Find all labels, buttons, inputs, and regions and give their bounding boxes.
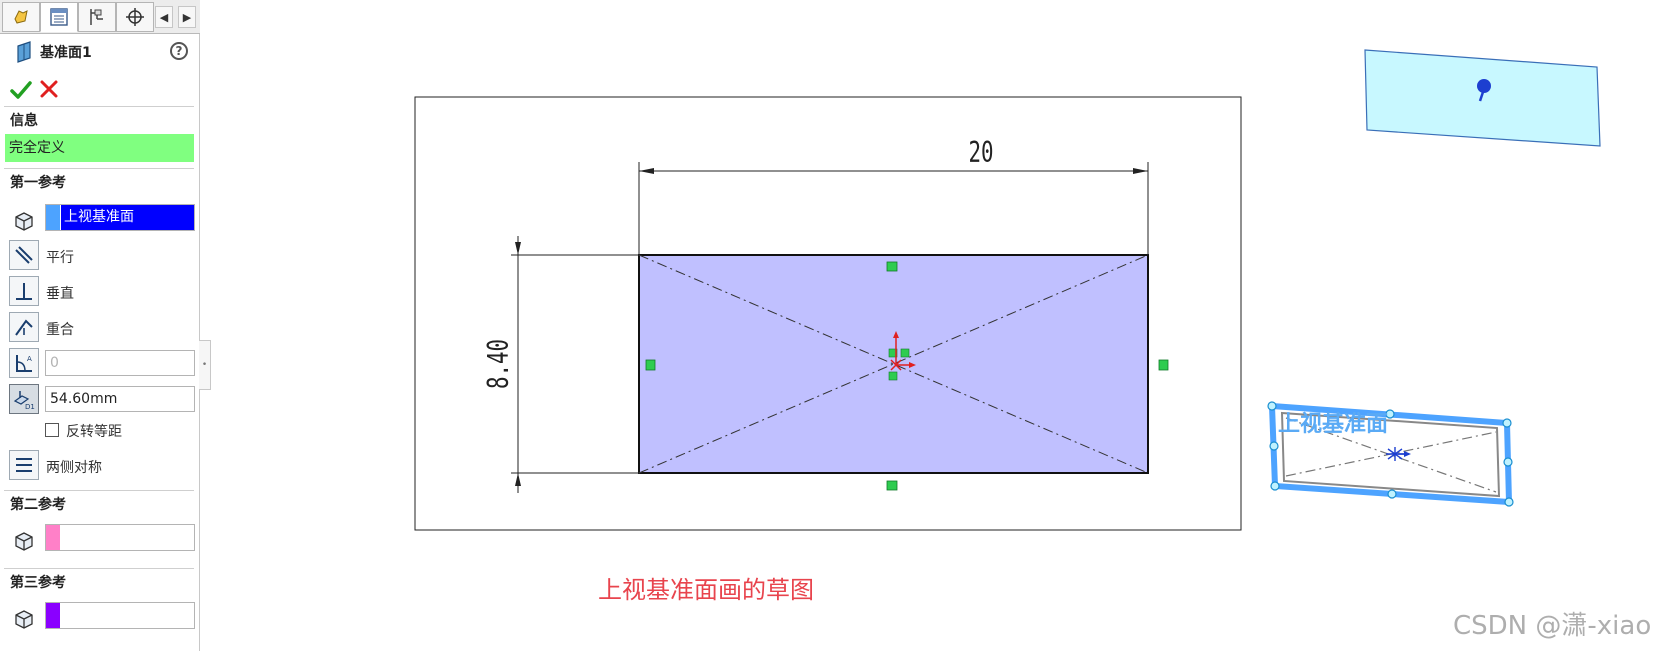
tab-feature-manager[interactable] (2, 2, 40, 32)
perpendicular-label: 垂直 (46, 286, 74, 302)
second-reference-cube-icon (9, 526, 39, 556)
manager-tabs: ◀ ▶ (0, 0, 200, 34)
parallel-label: 平行 (46, 250, 74, 266)
first-reference-cube-icon (9, 206, 39, 236)
second-reference-field[interactable] (45, 524, 195, 551)
horizontal-dimension-value[interactable]: 20 (968, 136, 993, 169)
svg-text:D1: D1 (25, 403, 35, 411)
third-reference-cube-icon (9, 604, 39, 634)
tab-configuration-manager[interactable] (78, 2, 116, 32)
third-reference-value (61, 603, 194, 628)
cancel-x-icon[interactable] (38, 78, 60, 100)
flip-offset-label: 反转等距 (66, 424, 122, 440)
mid-plane-button[interactable] (9, 450, 39, 480)
feature-manager-icon (14, 10, 28, 24)
caption-text: 上视基准面画的草图 (598, 576, 814, 604)
graphics-viewport[interactable]: 20 8.40 上视基准面 (212, 0, 1676, 651)
divider (4, 490, 194, 491)
first-reference-field[interactable]: 上视基准面 (45, 204, 195, 231)
divider (4, 168, 194, 169)
offset-distance-icon: D1 (13, 391, 35, 411)
parallel-icon (15, 246, 33, 264)
property-manager-icon (50, 8, 68, 26)
angle-icon: A (16, 355, 32, 372)
tab-dimxpert-manager[interactable] (116, 2, 154, 32)
parallel-button[interactable] (9, 240, 39, 270)
configuration-manager-icon (90, 9, 103, 25)
offset-distance-button[interactable]: D1 (9, 384, 39, 414)
vertical-relation-icon[interactable] (1158, 359, 1169, 371)
watermark-text: CSDN @潇-xiao (1453, 611, 1652, 641)
help-icon[interactable]: ? (170, 42, 188, 60)
vertical-relation-icon[interactable] (645, 359, 656, 371)
new-plane-preview[interactable] (1364, 49, 1601, 147)
second-reference-value (61, 525, 194, 550)
panel-collapse-handle[interactable]: • (199, 340, 211, 390)
perpendicular-icon (16, 283, 32, 300)
horizontal-relation-icon[interactable] (886, 480, 898, 491)
tab-property-manager[interactable] (40, 2, 78, 32)
section-first-reference-header[interactable]: 第一参考 (10, 172, 66, 192)
perpendicular-button[interactable] (9, 276, 39, 306)
first-reference-value: 上视基准面 (61, 205, 194, 230)
svg-text:A: A (27, 355, 32, 363)
horizontal-relation-icon[interactable] (886, 261, 898, 272)
angle-input[interactable]: 0 (45, 350, 195, 376)
plane-feature-icon (17, 41, 31, 63)
mid-plane-label: 两侧对称 (46, 460, 102, 476)
crosshair-icon (126, 8, 144, 26)
angle-button[interactable]: A (9, 348, 39, 378)
distance-input[interactable]: 54.60mm (45, 386, 195, 412)
coincident-icon (15, 319, 33, 336)
section-third-reference-header[interactable]: 第三参考 (10, 572, 66, 592)
first-reference-swatch (46, 205, 60, 230)
section-second-reference-header[interactable]: 第二参考 (10, 494, 66, 514)
vertical-dimension-value[interactable]: 8.40 (482, 339, 515, 389)
property-manager-panel: ◀ ▶ 基准面1 ? 信息 完全定义 第一参考 上视基准面 平行 垂直 重合 A… (0, 0, 200, 651)
section-info-header[interactable]: 信息 (10, 110, 38, 130)
coincident-label: 重合 (46, 322, 74, 338)
divider (4, 106, 194, 107)
flip-offset-checkbox[interactable] (45, 423, 59, 437)
second-reference-swatch (46, 525, 60, 550)
third-reference-field[interactable] (45, 602, 195, 629)
tab-scroll-left-icon[interactable]: ◀ (155, 6, 173, 28)
feature-title: 基准面1 (40, 45, 92, 61)
third-reference-swatch (46, 603, 60, 628)
top-plane-label: 上视基准面 (1278, 411, 1388, 436)
status-fully-defined: 完全定义 (5, 134, 194, 162)
ok-checkmark-icon[interactable] (9, 78, 33, 102)
tab-scroll-right-icon[interactable]: ▶ (178, 6, 196, 28)
mid-plane-icon (16, 458, 32, 472)
coincident-button[interactable] (9, 312, 39, 342)
divider (4, 568, 194, 569)
